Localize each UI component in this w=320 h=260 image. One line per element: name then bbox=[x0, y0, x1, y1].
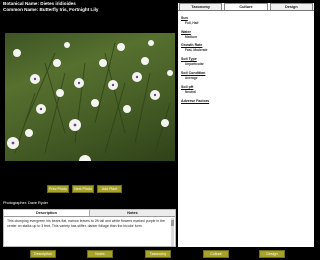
prev-photo-button[interactable]: Prev Photo bbox=[47, 185, 69, 193]
nav-description-button[interactable]: Description bbox=[30, 250, 56, 258]
attribute-label-soil-condition: Soil Condition bbox=[181, 70, 206, 75]
attribute-label-soil-type: Soil Type bbox=[181, 57, 197, 62]
bottom-navigation: Description Notes Taxonomy Culture Desig… bbox=[0, 249, 316, 260]
tab-design[interactable]: Design bbox=[269, 3, 313, 10]
photo-actions: Prev Photo Next Photo Add Plant bbox=[47, 185, 122, 193]
tab-culture[interactable]: Culture bbox=[224, 3, 268, 10]
description-panel: Description Notes This clumping evergree… bbox=[3, 209, 176, 247]
nav-taxonomy-button[interactable]: Taxonomy bbox=[145, 250, 171, 258]
plant-photo bbox=[5, 33, 175, 161]
photographer-credit: Photographer: Dave Ryder bbox=[3, 201, 49, 205]
description-tabs: Description Notes bbox=[4, 210, 175, 217]
attribute-value-soil-type: Unparticular bbox=[185, 62, 204, 67]
tab-notes[interactable]: Notes bbox=[90, 210, 175, 216]
tab-taxonomy[interactable]: Taxonomy bbox=[179, 3, 223, 10]
add-plant-button[interactable]: Add Plant bbox=[97, 185, 122, 193]
nav-notes-button[interactable]: Notes bbox=[87, 250, 113, 258]
photo-illustration bbox=[7, 40, 173, 161]
nav-culture-button[interactable]: Culture bbox=[203, 250, 229, 258]
next-photo-button[interactable]: Next Photo bbox=[72, 185, 94, 193]
description-scrollbar[interactable] bbox=[171, 218, 174, 246]
attribute-label-soil-ph: Soil pH bbox=[181, 84, 194, 89]
tab-description[interactable]: Description bbox=[4, 210, 90, 216]
attribute-label-adverse-factors: Adverse Factors bbox=[181, 98, 210, 103]
common-name: Common Name: Butterfly Iris, Fortnight L… bbox=[3, 7, 99, 13]
detail-panel: Taxonomy Culture Design Sun Full, Half W… bbox=[178, 3, 314, 247]
attribute-value-soil-condition: Average bbox=[185, 75, 198, 80]
detail-tabs: Taxonomy Culture Design bbox=[178, 3, 314, 11]
attribute-label-sun: Sun bbox=[181, 15, 188, 20]
scrollbar-thumb[interactable] bbox=[171, 220, 174, 226]
nav-design-button[interactable]: Design bbox=[259, 250, 285, 258]
attribute-value-soil-ph: Neutral bbox=[185, 89, 196, 94]
attribute-value-sun: Full, Half bbox=[185, 20, 199, 25]
description-text: This clumping evergreen iris bears flat,… bbox=[7, 219, 165, 228]
attribute-value-growth-rate: Fast, Moderate bbox=[185, 48, 208, 53]
plant-header: Botanical Name: Dietes iridioides Common… bbox=[3, 1, 98, 14]
attribute-label-water: Water bbox=[181, 29, 191, 34]
culture-attributes: Sun Full, Half Water Medium Growth Rate … bbox=[178, 16, 314, 103]
attribute-value-water: Medium bbox=[185, 34, 198, 39]
attribute-label-growth-rate: Growth Rate bbox=[181, 43, 203, 48]
